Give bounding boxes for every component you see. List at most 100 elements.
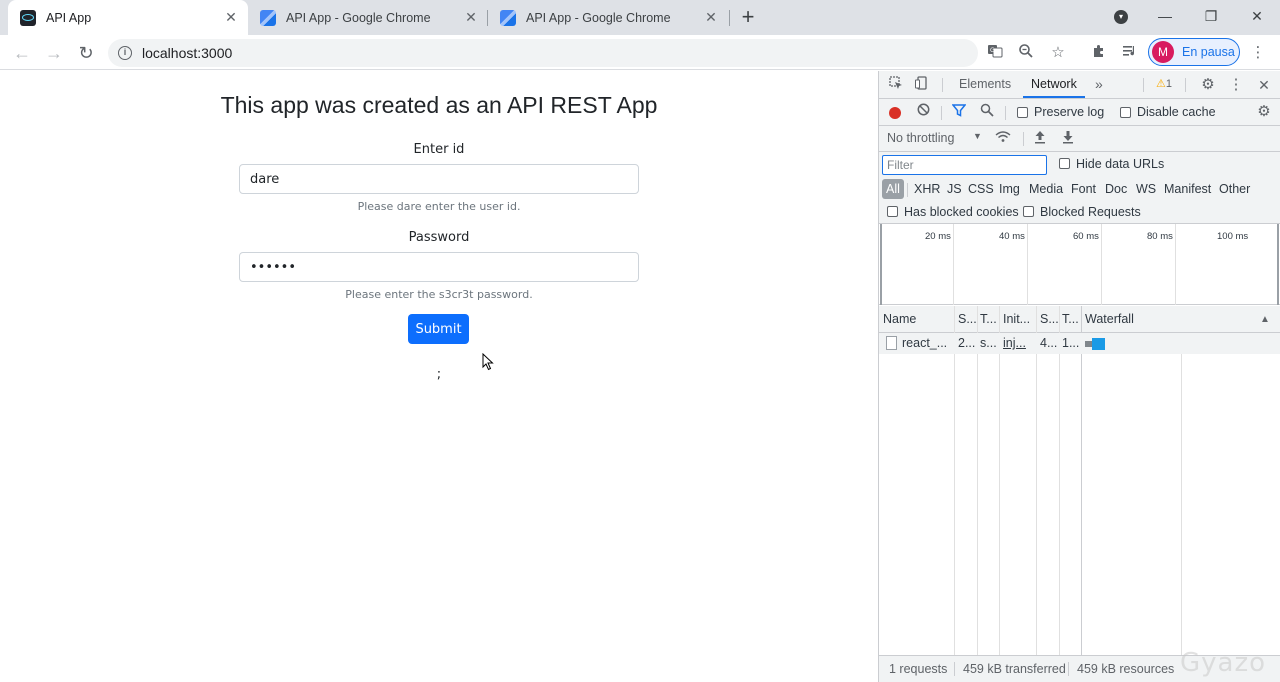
network-overview[interactable]: 20 ms 40 ms 60 ms 80 ms 100 ms [879,224,1280,305]
column-time[interactable]: T... [1062,306,1082,333]
hide-data-urls-checkbox[interactable] [1059,158,1070,169]
tab-api-app[interactable]: API App ✕ [8,0,248,35]
type-filter-js[interactable]: JS [944,179,965,199]
close-window-button[interactable]: ✕ [1234,0,1280,32]
tab-elements[interactable]: Elements [951,71,1019,98]
media-control-icon[interactable] [1120,43,1140,63]
address-bar[interactable]: i localhost:3000 [108,39,978,67]
profile-button[interactable]: M En pausa [1148,38,1240,66]
type-filter-doc[interactable]: Doc [1102,179,1130,199]
minimize-button[interactable]: — [1142,0,1188,32]
site-info-icon[interactable]: i [118,46,132,60]
tab-network[interactable]: Network [1023,71,1085,98]
app-icon [260,9,276,26]
type-filter-img[interactable]: Img [996,179,1023,199]
table-row[interactable]: react_... 2... s... inj... 4... 1... [879,333,1280,354]
avatar: M [1152,41,1174,63]
tab-api-app-chrome-1[interactable]: API App - Google Chrome ✕ [248,0,488,35]
filter-icon[interactable] [950,103,968,121]
column-status[interactable]: S... [958,306,978,333]
more-tabs-icon[interactable]: » [1087,71,1111,98]
type-filter-other[interactable]: Other [1216,179,1253,199]
type-filter-font[interactable]: Font [1068,179,1099,199]
type-filter-ws[interactable]: WS [1133,179,1159,199]
forward-button[interactable]: → [40,39,68,67]
profile-status: En pausa [1182,45,1235,59]
column-waterfall[interactable]: Waterfall [1085,306,1245,333]
page-viewport: This app was created as an API REST App … [0,71,878,682]
network-settings-gear-icon[interactable]: ⚙ [1255,103,1273,121]
search-icon[interactable] [978,103,996,121]
tab-title: API App - Google Chrome [526,10,671,25]
inspect-element-icon[interactable] [887,76,905,94]
column-size[interactable]: S... [1040,306,1060,333]
zoom-icon[interactable] [1016,43,1036,63]
overview-tick-label: 80 ms [1147,231,1173,242]
password-hint: Please enter the s3cr3t password. [345,288,533,301]
throttling-select[interactable]: No throttling [887,131,954,145]
status-divider [954,662,955,676]
password-input[interactable] [239,252,639,282]
request-name: react_... [902,336,948,350]
column-initiator[interactable]: Init... [1003,306,1035,333]
request-initiator[interactable]: inj... [1003,333,1035,354]
throttling-toolbar: No throttling ▼ [879,126,1280,152]
bookmark-star-icon[interactable]: ☆ [1048,43,1068,63]
request-status: 2... [958,336,976,350]
tab-search-icon[interactable]: ▾ [1114,10,1128,24]
type-filter-all[interactable]: All [882,179,904,199]
preserve-log-checkbox[interactable] [1017,107,1028,118]
overview-tick-label: 40 ms [999,231,1025,242]
request-size: 4... [1040,336,1058,350]
browser-toolbar: ← → ↻ i localhost:3000 G ☆ M En pausa ⋮ [0,35,1280,70]
overview-handle[interactable] [880,224,882,305]
sort-arrow-icon[interactable]: ▲ [1260,306,1270,333]
overview-gridline [953,224,954,305]
browser-menu-icon[interactable]: ⋮ [1248,43,1268,63]
close-tab-icon[interactable]: ✕ [462,9,480,26]
type-filter-css[interactable]: CSS [965,179,997,199]
overview-gridline [1175,224,1176,305]
restore-button[interactable]: ❐ [1188,0,1234,32]
type-filter-media[interactable]: Media [1026,179,1066,199]
record-icon[interactable] [889,107,901,119]
column-divider [1081,306,1082,655]
device-toolbar-icon[interactable] [913,76,931,94]
devtools-menu-icon[interactable]: ⋮ [1227,76,1245,94]
reload-button[interactable]: ↻ [72,39,100,67]
column-name[interactable]: Name [883,306,953,333]
close-tab-icon[interactable]: ✕ [702,9,720,26]
network-conditions-icon[interactable] [994,130,1012,148]
translate-icon[interactable]: G [985,43,1005,63]
id-input[interactable] [239,164,639,194]
column-type[interactable]: T... [980,306,1000,333]
preserve-log-label: Preserve log [1034,105,1105,119]
warning-badge[interactable]: ⚠1 [1152,76,1176,93]
new-tab-button[interactable]: + [736,4,760,30]
type-filter-manifest[interactable]: Manifest [1161,179,1214,199]
request-time: 1... [1062,336,1080,350]
back-button[interactable]: ← [8,39,36,67]
mouse-cursor-icon [482,353,494,371]
close-devtools-icon[interactable]: ✕ [1255,76,1273,94]
chevron-down-icon[interactable]: ▼ [973,131,982,141]
filter-input[interactable] [882,155,1047,175]
disable-cache-checkbox[interactable] [1120,107,1131,118]
close-tab-icon[interactable]: ✕ [222,9,240,26]
has-blocked-cookies-checkbox[interactable] [887,206,898,217]
overview-gridline [1101,224,1102,305]
blocked-requests-checkbox[interactable] [1023,206,1034,217]
extensions-icon[interactable] [1089,43,1109,63]
tab-api-app-chrome-2[interactable]: API App - Google Chrome ✕ [488,0,728,35]
type-filter-xhr[interactable]: XHR [911,179,943,199]
resources-size: 459 kB resources [1077,662,1175,676]
export-har-icon[interactable] [1059,130,1077,148]
toolbar-divider [941,106,942,120]
overview-tick-label: 100 ms [1217,231,1249,242]
settings-gear-icon[interactable]: ⚙ [1199,76,1217,94]
overview-handle[interactable] [1277,224,1279,305]
submit-button[interactable]: Submit [408,314,469,344]
import-har-icon[interactable] [1031,130,1049,148]
filter-area: Hide data URLs All XHR JS CSS Img Media … [879,152,1280,224]
clear-icon[interactable] [914,103,932,121]
